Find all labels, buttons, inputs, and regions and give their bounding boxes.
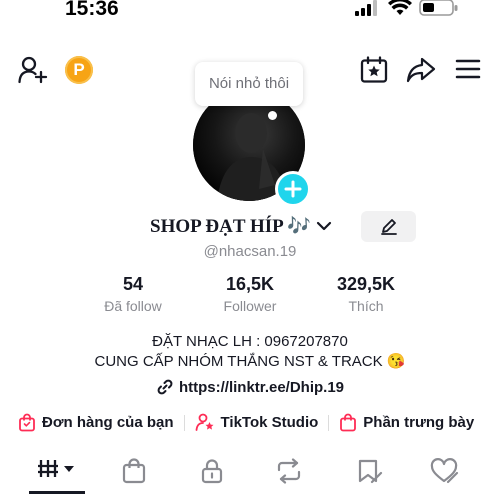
person-star-icon xyxy=(195,413,214,431)
showcase-bag-icon xyxy=(340,413,357,432)
showcase-link-label: Phần trưng bày xyxy=(363,414,475,431)
favorites-icon xyxy=(358,459,383,484)
tab-reposts[interactable] xyxy=(275,458,303,489)
display-name: SHOP ĐẠT HÍP 🎶 xyxy=(150,216,312,237)
coin-icon[interactable]: P xyxy=(65,56,93,84)
note-bubble-tail xyxy=(268,111,277,120)
followers-label: Follower xyxy=(223,298,277,314)
chevron-down-icon[interactable] xyxy=(315,220,333,232)
repost-icon xyxy=(277,458,301,484)
orders-link[interactable]: Đơn hàng của bạn xyxy=(18,413,174,432)
edit-profile-button[interactable] xyxy=(361,211,416,242)
followers-count: 16,5K xyxy=(225,274,275,294)
wifi-icon xyxy=(388,0,412,22)
bio-line-1: ĐẶT NHẠC LH : 0967207870 xyxy=(152,333,348,350)
liked-icon xyxy=(430,458,459,484)
following-count: 54 xyxy=(122,274,144,294)
link-icon xyxy=(157,379,173,395)
bio-line-2: CUNG CẤP NHÓM THẮNG NST & TRACK 😘 xyxy=(94,353,406,370)
lock-icon xyxy=(201,459,223,484)
calendar-star-icon[interactable] xyxy=(360,56,388,89)
note-text: Nói nhỏ thôi xyxy=(208,75,290,92)
tab-videos[interactable] xyxy=(29,458,85,484)
battery-icon xyxy=(419,0,459,22)
tiktok-studio-label: TikTok Studio xyxy=(220,414,319,431)
plus-icon xyxy=(284,180,302,198)
showcase-link[interactable]: Phần trưng bày xyxy=(339,413,474,432)
likes-label: Thích xyxy=(348,298,384,314)
active-tab-indicator xyxy=(29,491,85,494)
add-friend-icon[interactable] xyxy=(18,56,48,89)
username: @nhacsan.19 xyxy=(203,243,297,260)
tab-private[interactable] xyxy=(199,458,225,489)
pencil-icon xyxy=(381,219,397,235)
shopping-bag-icon xyxy=(19,413,35,432)
following-label: Đã follow xyxy=(104,298,162,314)
following-stat[interactable]: 54 Đã follow xyxy=(83,274,183,314)
status-time: 15:36 xyxy=(65,0,119,20)
note-bubble[interactable]: Nói nhỏ thôi xyxy=(195,62,303,106)
bio-link-text: https://linktr.ee/Dhip.19 xyxy=(178,378,345,396)
orders-link-label: Đơn hàng của bạn xyxy=(42,414,174,431)
divider xyxy=(328,414,330,431)
likes-stat[interactable]: 329,5K Thích xyxy=(316,274,416,314)
videos-grid-icon xyxy=(38,460,74,477)
tab-liked[interactable] xyxy=(430,458,460,489)
quick-links-row: Đơn hàng của bạn TikTok Studio Phần trưn… xyxy=(18,413,474,432)
bio-link[interactable]: https://linktr.ee/Dhip.19 xyxy=(0,378,500,396)
divider xyxy=(183,414,185,431)
tab-shop[interactable] xyxy=(121,458,147,489)
name-row[interactable]: SHOP ĐẠT HÍP 🎶 xyxy=(150,214,333,238)
followers-stat[interactable]: 16,5K Follower xyxy=(200,274,300,314)
coin-label: P xyxy=(73,60,85,79)
tab-favorites[interactable] xyxy=(355,458,383,489)
cellular-signal-icon xyxy=(354,0,378,22)
share-icon[interactable] xyxy=(406,56,436,89)
tiktok-studio-link[interactable]: TikTok Studio xyxy=(195,413,319,432)
add-avatar-button[interactable] xyxy=(275,171,311,207)
menu-icon[interactable] xyxy=(455,58,481,85)
shop-bag-icon xyxy=(122,458,146,484)
likes-count: 329,5K xyxy=(336,274,396,294)
